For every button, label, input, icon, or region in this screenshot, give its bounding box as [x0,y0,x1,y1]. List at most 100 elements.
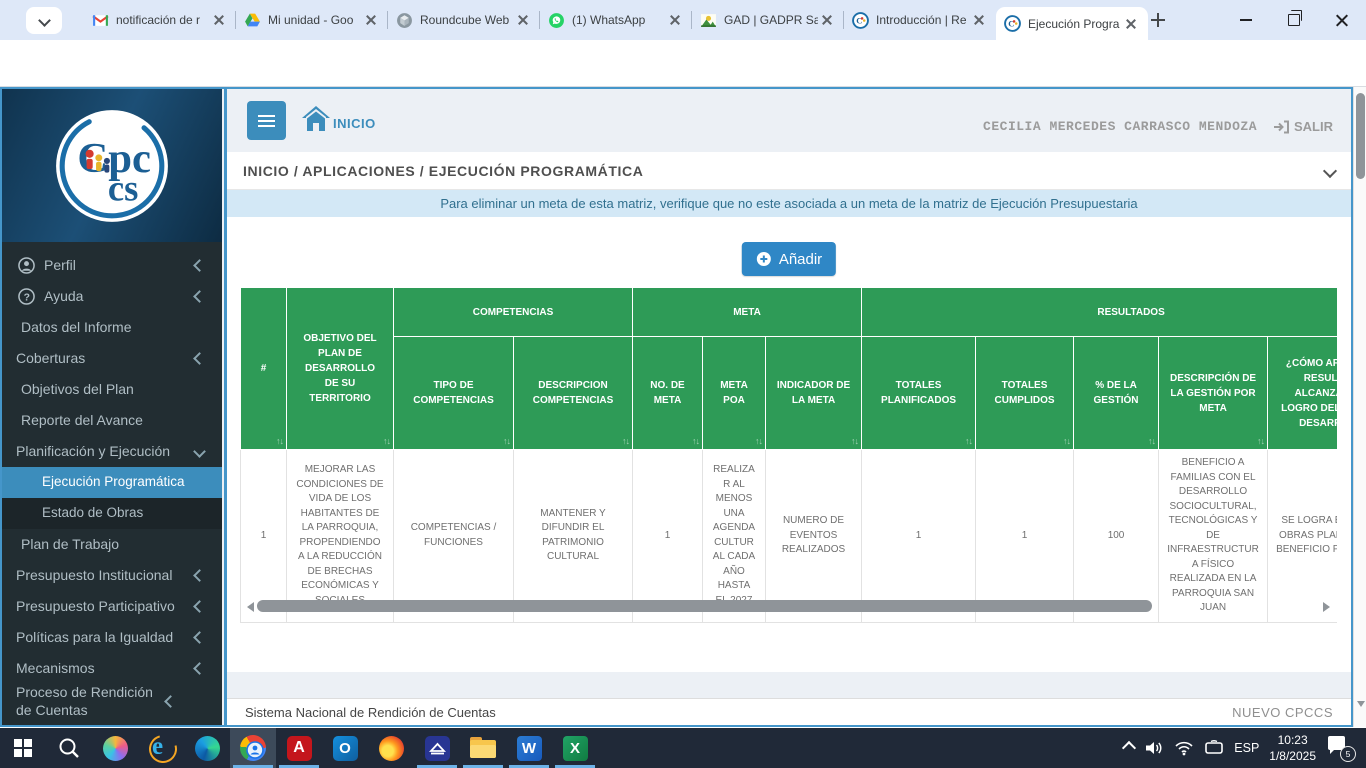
logout-label: SALIR [1294,119,1333,134]
scrollbar-thumb[interactable] [1356,93,1365,179]
tab-close-icon[interactable] [366,15,380,25]
cell-aporte: SE LOGRA EJECUTAR OBRAS PLANIFICADAS BEN… [1268,450,1337,623]
roundcube-icon [396,12,413,29]
sort-icon[interactable] [1063,435,1070,449]
taskbar-scan-app-button[interactable] [414,728,460,768]
sort-icon[interactable] [1148,435,1155,449]
sidebar-item-ejecucion-programatica[interactable]: Ejecución Programática [2,467,222,498]
logo-area: Cpc cs [2,89,222,242]
sidebar-toggle-button[interactable] [247,101,286,140]
tab-gad[interactable]: GAD | GADPR Sa [692,0,844,40]
tab-gmail[interactable]: notificación de r [84,0,236,40]
taskbar-file-explorer-button[interactable] [460,728,506,768]
sort-icon[interactable] [755,435,762,449]
sort-icon[interactable] [503,435,510,449]
scroll-right-icon[interactable] [1323,602,1335,612]
sidebar-item-presupuesto-participativo[interactable]: Presupuesto Participativo [2,591,222,622]
tab-roundcube[interactable]: Roundcube Web [388,0,540,40]
main-area: INICIO CECILIA MERCEDES CARRASCO MENDOZA… [224,89,1351,725]
tab-search-button[interactable] [26,7,62,34]
taskbar-word-button[interactable]: W [506,728,552,768]
volume-icon[interactable] [1144,739,1164,757]
sidebar-item-ayuda[interactable]: ? Ayuda [2,281,222,312]
add-button[interactable]: Añadir [742,242,836,276]
taskbar-chrome-button[interactable] [230,728,276,768]
taskbar-excel-button[interactable]: X [552,728,598,768]
tab-close-icon[interactable] [1126,19,1140,29]
scroll-down-icon[interactable] [1357,701,1365,711]
tab-drive[interactable]: Mi unidad - Goo [236,0,388,40]
content-gap [227,672,1351,698]
sort-icon[interactable] [276,435,283,449]
sort-icon[interactable] [383,435,390,449]
svg-text:C: C [856,15,862,25]
sidebar-item-presupuesto-institucional[interactable]: Presupuesto Institucional [2,560,222,591]
tab-title: GAD | GADPR Sa [724,13,818,27]
collapse-chevron-icon[interactable] [1323,163,1337,177]
tab-close-icon[interactable] [518,15,532,25]
sidebar-item-estado-de-obras[interactable]: Estado de Obras [2,498,222,529]
cell-indicador: NUMERO DE EVENTOS REALIZADOS [766,450,862,623]
scrollbar-thumb[interactable] [257,600,1152,612]
home-link[interactable]: INICIO [301,105,376,133]
hidden-icons-chevron[interactable] [1122,741,1136,755]
sidebar-item-reporte-del-avance[interactable]: Reporte del Avance [2,405,222,436]
gmail-icon [92,12,109,29]
tab-ejecucion-programatica-active[interactable]: C Ejecución Progra [996,7,1148,40]
tab-introduccion[interactable]: C Introducción | Re [844,0,996,40]
wifi-icon[interactable] [1174,740,1194,756]
acrobat-icon: A [287,736,312,761]
scroll-left-icon[interactable] [242,602,254,612]
cell-planificados: 1 [862,450,976,623]
vertical-scrollbar[interactable] [1353,87,1366,727]
language-indicator[interactable]: ESP [1234,741,1259,755]
notification-center-button[interactable]: 5 [1326,734,1356,762]
breadcrumb-text: INICIO / APLICACIONES / EJECUCIÓN PROGRA… [243,163,643,179]
cell-tipo: COMPETENCIAS / FUNCIONES [394,450,514,623]
taskbar-search-button[interactable] [46,728,92,768]
wireless-display-icon[interactable] [1204,740,1224,756]
col-header-objetivo: OBJETIVO DEL PLAN DE DESARROLLO DE SU TE… [287,288,394,450]
tab-whatsapp[interactable]: (1) WhatsApp [540,0,692,40]
taskbar-acrobat-button[interactable]: A [276,728,322,768]
sort-icon[interactable] [851,435,858,449]
chevron-left-icon [193,631,206,644]
sidebar-item-mecanismos[interactable]: Mecanismos [2,653,222,684]
sidebar-item-datos-del-informe[interactable]: Datos del Informe [2,312,222,343]
start-button[interactable] [0,728,46,768]
logout-button[interactable]: SALIR [1273,119,1333,134]
sort-icon[interactable] [1257,435,1264,449]
cell-meta-poa: REALIZAR AL MENOS UNA AGENDA CULTURAL CA… [703,450,766,623]
user-name: CECILIA MERCEDES CARRASCO MENDOZA [983,119,1257,134]
tab-close-icon[interactable] [670,15,684,25]
tab-close-icon[interactable] [974,15,988,25]
sidebar-item-objetivos-del-plan[interactable]: Objetivos del Plan [2,374,222,405]
sort-icon[interactable] [965,435,972,449]
col-header-aporte: ¿CÓMO APORTA EL RESULTADO ALCANZADO AL L… [1268,337,1337,450]
sidebar-item-politicas-para-la-igualdad[interactable]: Políticas para la Igualdad [2,622,222,653]
taskbar-firefox-button[interactable] [368,728,414,768]
window-minimize-button[interactable] [1222,0,1270,40]
window-close-button[interactable] [1318,0,1366,40]
sidebar-item-planificacion-y-ejecucion[interactable]: Planificación y Ejecución [2,436,222,467]
chrome-icon [240,735,266,761]
horizontal-scrollbar[interactable] [240,599,1337,614]
taskbar-outlook-button[interactable]: O [322,728,368,768]
sidebar-item-perfil[interactable]: Perfil [2,250,222,281]
app-navbar: INICIO CECILIA MERCEDES CARRASCO MENDOZA… [227,89,1351,152]
taskbar-internet-explorer-button[interactable]: e [138,728,184,768]
sidebar-item-proceso-de-rendicion-de-cuentas[interactable]: Proceso de Rendición de Cuentas [2,684,222,719]
tab-close-icon[interactable] [214,15,228,25]
new-tab-button[interactable] [1146,8,1170,32]
window-restore-button[interactable] [1270,0,1318,40]
col-header-gestion-desc: DESCRIPCIÓN DE LA GESTIÓN POR META [1159,337,1268,450]
sort-icon[interactable] [692,435,699,449]
hamburger-icon [258,120,275,122]
tab-close-icon[interactable] [822,15,836,25]
sidebar-item-plan-de-trabajo[interactable]: Plan de Trabajo [2,529,222,560]
sort-icon[interactable] [622,435,629,449]
sidebar-item-coberturas[interactable]: Coberturas [2,343,222,374]
clock[interactable]: 10:23 1/8/2025 [1269,732,1316,764]
taskbar-copilot-button[interactable] [92,728,138,768]
taskbar-edge-button[interactable] [184,728,230,768]
